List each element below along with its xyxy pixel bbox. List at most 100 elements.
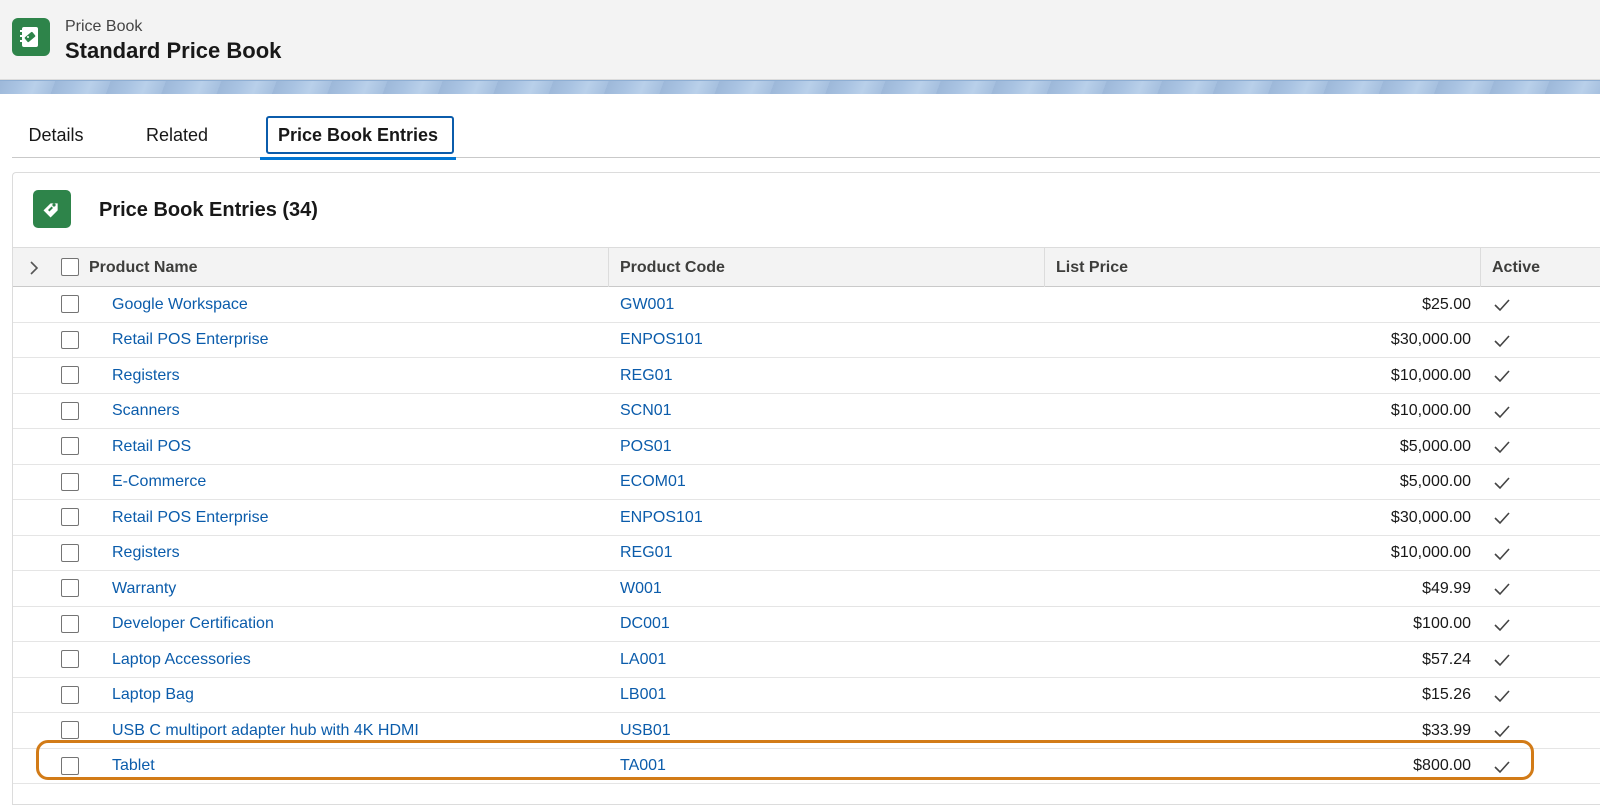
product-code-link[interactable]: POS01 — [620, 429, 1020, 464]
product-code-link[interactable]: REG01 — [620, 358, 1020, 393]
checkmark-icon — [1494, 476, 1510, 489]
list-price-value: $5,000.00 — [1399, 473, 1471, 490]
list-price-value: $10,000.00 — [1390, 366, 1471, 384]
checkmark-icon — [1494, 618, 1510, 631]
list-price-value: $30,000.00 — [1390, 331, 1471, 348]
table-row: Laptop Accessories LA001 $57.24 — [13, 642, 1600, 678]
chevron-right-icon[interactable] — [25, 259, 43, 277]
page-title: Standard Price Book — [65, 38, 282, 63]
product-code-link[interactable]: ENPOS101 — [620, 323, 1020, 358]
list-price-value: $10,000.00 — [1390, 544, 1471, 561]
row-checkbox[interactable] — [61, 543, 79, 562]
column-header-list-price[interactable]: List Price — [1056, 248, 1456, 287]
list-price-value: $100.00 — [1413, 615, 1471, 632]
list-price-value: $57.24 — [1422, 650, 1471, 668]
column-header-active[interactable]: Active — [1492, 248, 1592, 287]
checkmark-icon — [1494, 441, 1510, 454]
checkmark-icon — [1494, 583, 1510, 596]
column-header-product-name[interactable]: Product Name — [89, 248, 589, 287]
tab-price-book-entries[interactable]: Price Book Entries — [260, 114, 456, 160]
list-price-value: $25.00 — [1422, 295, 1471, 313]
product-code-link[interactable]: TA001 — [620, 749, 1020, 784]
tab-details[interactable]: Details — [26, 114, 86, 156]
checkmark-icon — [1494, 760, 1510, 773]
row-checkbox[interactable] — [61, 366, 79, 384]
table-row: Warranty W001 $49.99 — [13, 571, 1600, 607]
product-name-link[interactable]: Google Workspace — [112, 287, 602, 322]
checkmark-icon — [1494, 370, 1510, 383]
product-code-link[interactable]: W001 — [620, 571, 1020, 606]
column-divider — [608, 248, 609, 287]
row-checkbox[interactable] — [61, 721, 79, 739]
row-checkbox[interactable] — [61, 614, 79, 633]
list-price-value: $5,000.00 — [1399, 437, 1471, 455]
checkmark-icon — [1494, 512, 1510, 525]
row-checkbox[interactable] — [61, 650, 79, 668]
tab-related[interactable]: Related — [142, 114, 212, 156]
decorative-band — [0, 80, 1600, 94]
product-code-link[interactable]: ECOM01 — [620, 465, 1020, 500]
product-code-link[interactable]: LA001 — [620, 642, 1020, 677]
list-price-value: $15.26 — [1422, 686, 1471, 703]
checkmark-icon — [1494, 334, 1510, 347]
table-row: Laptop Bag LB001 $15.26 — [13, 678, 1600, 713]
row-checkbox[interactable] — [61, 756, 79, 775]
product-name-link[interactable]: Registers — [112, 536, 602, 571]
product-code-link[interactable]: LB001 — [620, 678, 1020, 713]
card-title: Price Book Entries (34) — [99, 199, 318, 221]
row-checkbox[interactable] — [61, 508, 79, 526]
product-name-link[interactable]: Laptop Accessories — [112, 642, 602, 677]
row-checkbox[interactable] — [61, 472, 79, 491]
product-name-link[interactable]: Retail POS Enterprise — [112, 323, 602, 358]
product-name-link[interactable]: Laptop Bag — [112, 678, 602, 713]
table-row: Developer Certification DC001 $100.00 — [13, 607, 1600, 642]
table-row: Registers REG01 $10,000.00 — [13, 536, 1600, 571]
list-price-value: $800.00 — [1413, 757, 1471, 774]
list-price-value: $30,000.00 — [1390, 508, 1471, 526]
checkmark-icon — [1494, 725, 1510, 738]
product-code-link[interactable]: USB01 — [620, 713, 1020, 748]
table-header: Product Name Product Code List Price Act… — [13, 247, 1600, 287]
table-row: Scanners SCN01 $10,000.00 — [13, 394, 1600, 429]
row-checkbox[interactable] — [61, 685, 79, 704]
row-checkbox[interactable] — [61, 579, 79, 597]
checkmark-icon — [1494, 299, 1510, 312]
product-code-link[interactable]: DC001 — [620, 607, 1020, 642]
row-checkbox[interactable] — [61, 401, 79, 420]
table-row: USB C multiport adapter hub with 4K HDMI… — [13, 713, 1600, 749]
checkmark-icon — [1494, 547, 1510, 560]
product-code-link[interactable]: SCN01 — [620, 394, 1020, 429]
row-checkbox[interactable] — [61, 330, 79, 349]
tab-label: Price Book Entries — [277, 124, 439, 145]
price-book-entries-card: Price Book Entries (34) Product Name Pro… — [12, 172, 1600, 805]
product-name-link[interactable]: Tablet — [112, 749, 602, 784]
record-tabs: Details Related Price Book Entries — [12, 94, 1600, 160]
table-row: Registers REG01 $10,000.00 — [13, 358, 1600, 394]
select-all-checkbox[interactable] — [61, 258, 79, 276]
product-code-link[interactable]: GW001 — [620, 287, 1020, 322]
page-header: Price Book Standard Price Book — [0, 0, 1600, 80]
column-header-product-code[interactable]: Product Code — [620, 248, 1020, 287]
product-name-link[interactable]: Developer Certification — [112, 607, 602, 642]
table-row: Tablet TA001 $800.00 — [13, 749, 1600, 784]
product-code-link[interactable]: REG01 — [620, 536, 1020, 571]
product-name-link[interactable]: Retail POS — [112, 429, 602, 464]
product-name-link[interactable]: Retail POS Enterprise — [112, 500, 602, 535]
product-name-link[interactable]: Scanners — [112, 394, 602, 429]
product-code-link[interactable]: ENPOS101 — [620, 500, 1020, 535]
table-row: Retail POS Enterprise ENPOS101 $30,000.00 — [13, 500, 1600, 536]
checkmark-icon — [1494, 689, 1510, 702]
product-name-link[interactable]: E-Commerce — [112, 465, 602, 500]
list-price-value: $49.99 — [1422, 579, 1471, 597]
list-price-value: $10,000.00 — [1390, 402, 1471, 419]
row-checkbox[interactable] — [61, 295, 79, 313]
checkmark-icon — [1494, 654, 1510, 667]
product-name-link[interactable]: Registers — [112, 358, 602, 393]
price-tag-icon — [33, 190, 71, 228]
row-checkbox[interactable] — [61, 437, 79, 455]
table-row: Retail POS Enterprise ENPOS101 $30,000.00 — [13, 323, 1600, 358]
product-name-link[interactable]: USB C multiport adapter hub with 4K HDMI — [112, 713, 602, 748]
active-tab-indicator — [260, 157, 456, 160]
product-name-link[interactable]: Warranty — [112, 571, 602, 606]
record-type-label: Price Book — [65, 18, 143, 35]
